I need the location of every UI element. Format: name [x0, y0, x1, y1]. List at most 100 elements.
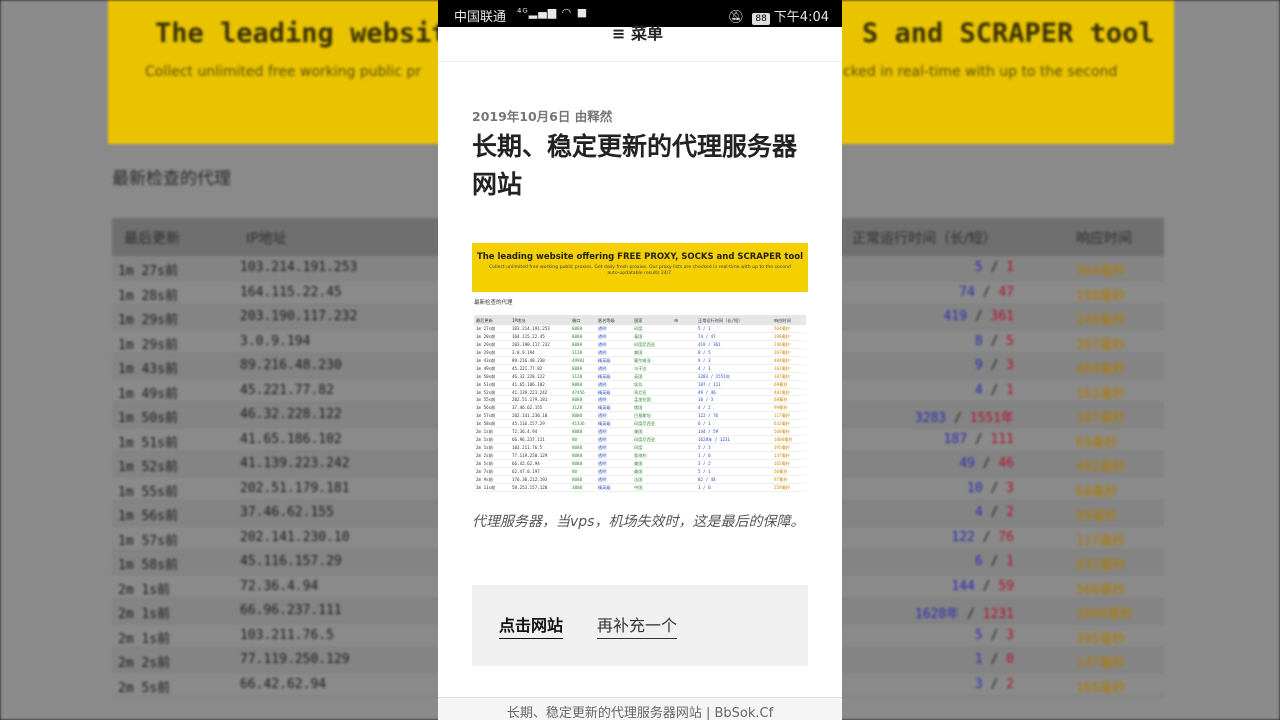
bg-cell-response: 190毫秒 — [1076, 288, 1126, 304]
carrier-label: 中国联通 — [454, 10, 507, 25]
clock: 下午4:04 — [773, 10, 829, 25]
bg-cell-uptime: 122 / 76 — [951, 530, 1014, 545]
screenshot-table-row: 1m 28s前 164.115.22.45 8080 透明 泰国 74 / 47 190毫秒 — [474, 333, 806, 341]
post-title: 长期、稳定更新的代理服务器网站 — [472, 132, 798, 199]
screenshot-table-row: 1m 49s前 45.221.77.82 8080 透明 乌干达 4 / 1 163毫秒 — [474, 365, 806, 373]
screenshot-cell: 2m 5s前 — [476, 460, 493, 466]
bg-uptime-long: 9 — [974, 358, 983, 373]
phone-screen: 中国联通 ⁴ᴳ▂▄▆ ◠ ■ 🔕︎ 88 下午4:04 ≡ 菜单 2019年10月6… — [438, 0, 842, 720]
bg-uptime-long: 6 — [974, 554, 983, 569]
battery-icon: 88 — [752, 13, 770, 25]
bg-uptime-short: 1 — [1006, 260, 1014, 275]
screenshot-cell: 8080 — [572, 460, 583, 466]
screenshot-cell: 80 — [572, 437, 578, 443]
screenshot-cell: 72.36.4.94 — [512, 429, 538, 435]
screenshot-cell: 透明 — [598, 397, 607, 403]
bg-uptime-sep: / — [982, 382, 1007, 398]
screenshot-cell: 103.214.191.253 — [512, 326, 550, 331]
bg-cell-response: 163毫秒 — [1076, 386, 1126, 402]
screenshot-cell: 8080 — [572, 365, 583, 371]
bg-cell-ip: 202.51.179.181 — [240, 480, 350, 496]
screenshot-cell: 1m 57s前 — [476, 413, 496, 419]
screenshot-cell: 41.139.223.242 — [512, 389, 548, 395]
screenshot-cell: 164.115.22.45 — [512, 333, 545, 339]
screenshot-cell: 190毫秒 — [774, 333, 790, 339]
bg-uptime-short: 3 — [1006, 480, 1014, 496]
visit-site-link[interactable]: 点击网站 — [499, 612, 564, 639]
screenshot-cell: 3128 — [572, 373, 583, 379]
screenshot-cell: 56毫秒 — [774, 468, 788, 474]
screenshot-cell: 透明 — [598, 476, 607, 482]
screenshot-cell: 美国 — [634, 460, 643, 466]
screenshot-table-row: 1m 27s前 103.214.191.253 8080 透明 印度 5 / 1 564毫秒 — [474, 325, 806, 333]
screenshot-table-row: 1m 50s前 46.32.228.122 3128 精英级 英国 3283 / 1551… — [474, 373, 806, 381]
screenshot-cell: 5 / 3 — [698, 445, 711, 451]
bg-uptime-long: 122 — [951, 529, 975, 545]
bg-uptime-long: 5 — [974, 260, 983, 275]
bg-cell-updated: 1m 28s前 — [118, 288, 178, 304]
screenshot-cell: 4 / 1 — [698, 365, 711, 371]
screenshot-table-row: 1m 56s前 37.46.62.155 3128 精英级 俄国 4 / 2 99毫秒 — [474, 404, 806, 413]
screenshot-cell: 49 / 46 — [698, 389, 716, 395]
screenshot-cell: 精英级 — [598, 357, 611, 363]
screenshot-cell: 45.116.157.29 — [512, 421, 545, 427]
menu-button[interactable]: ≡ 菜单 — [612, 20, 663, 44]
screenshot-cell: 89.216.48.230 — [512, 357, 545, 363]
bg-cell-uptime: 8 / 5 — [975, 334, 1014, 349]
screenshot-heading: 最新检查的代理 — [474, 300, 513, 306]
bg-cell-ip: 72.36.4.94 — [240, 578, 319, 594]
screenshot-cell: 395毫秒 — [774, 445, 790, 451]
screenshot-cell: 2m 1s前 — [476, 437, 493, 443]
bg-cell-updated: 1m 52s前 — [118, 460, 178, 475]
screenshot-cell: 透明 — [598, 460, 607, 466]
screenshot-cell: 透明 — [598, 333, 607, 339]
screenshot-cell: 8080 — [572, 445, 583, 451]
screenshot-cell: 精英级 — [598, 421, 611, 427]
bg-uptime-sep: / — [982, 358, 1007, 373]
screenshot-cell: 246毫秒 — [774, 341, 790, 347]
screenshot-table-row: 1m 51s前 41.65.186.102 8080 透明 埃及 187 / 111 69毫… — [474, 381, 806, 389]
bg-cell-uptime: 1628年 / 1231 — [915, 603, 1014, 622]
screenshot-cell: 印度 — [634, 445, 643, 451]
screenshot-cell: 印度 — [634, 326, 643, 331]
screenshot-table-row: 1m 57s前 202.141.230.10 8080 透明 巴基斯坦 122 / 76 1… — [474, 412, 806, 421]
bg-cell-ip: 103.214.191.253 — [240, 260, 358, 275]
screenshot-cell: 8080 — [572, 333, 583, 339]
screenshot-header-cell: 最后更新 — [476, 318, 493, 323]
screenshot-cell: 1m 50s前 — [476, 373, 496, 379]
bg-cell-response: 1000毫秒 — [1076, 607, 1134, 622]
screenshot-cell: 187毫秒 — [774, 373, 790, 379]
bg-uptime-short: 46 — [998, 456, 1014, 471]
post-meta: 2019年10月6日 由释然 — [472, 109, 613, 124]
screenshot-cell: 印度尼西亚 — [634, 341, 655, 347]
screenshot-cell: 163毫秒 — [774, 365, 790, 371]
bg-uptime-sep: / — [974, 529, 999, 545]
screenshot-cell: 透明 — [598, 413, 607, 419]
screenshot-cell: 1m 43s前 — [476, 357, 496, 363]
screenshot-cell: 埃及 — [634, 381, 643, 387]
screenshot-cell: 透明 — [598, 437, 607, 443]
links-box: 点击网站 再补充一个 — [472, 585, 808, 666]
bg-cell-uptime: 1 / 0 — [975, 652, 1014, 667]
bg-uptime-sep: / — [974, 456, 999, 471]
another-site-link[interactable]: 再补充一个 — [597, 612, 678, 639]
screenshot-cell: 8080 — [572, 397, 583, 403]
screenshot-cell: 乌干达 — [634, 365, 647, 371]
screenshot-cell: 3 / 2 — [698, 460, 711, 466]
screenshot-cell: 精英级 — [598, 484, 611, 490]
bg-cell-response: 560毫秒 — [1076, 582, 1126, 598]
bg-cell-updated: 1m 50s前 — [118, 411, 178, 426]
bg-uptime-short: 2 — [1006, 676, 1014, 692]
screenshot-table-row: 2m 1s前 72.36.4.94 8080 透明 美国 144 / 59 560毫秒 — [474, 428, 806, 437]
screenshot-cell: 印度尼西亚 — [634, 437, 655, 443]
bg-cell-uptime: 5 / 3 — [975, 628, 1014, 643]
bg-uptime-short: 1551年 — [969, 411, 1014, 426]
screenshot-table-row: 1m 58s前 45.116.157.29 41336 精英级 印度尼西亚 6 / 1 63… — [474, 420, 806, 429]
post-screenshot-image[interactable]: The leading website offering FREE PROXY,… — [472, 243, 808, 495]
screenshot-cell: 3 / 0 — [698, 484, 711, 490]
background-banner-title-right: S and SCRAPER tool — [862, 18, 1155, 49]
screenshot-cell: 3128 — [572, 349, 583, 355]
screenshot-cell: 202.51.179.181 — [512, 397, 548, 403]
screenshot-table-row: 2m 11s前 58.253.157.120 3000 精英级 中国 3 / 0 259毫秒 — [474, 484, 806, 492]
screenshot-cell: 47456 — [572, 389, 585, 395]
